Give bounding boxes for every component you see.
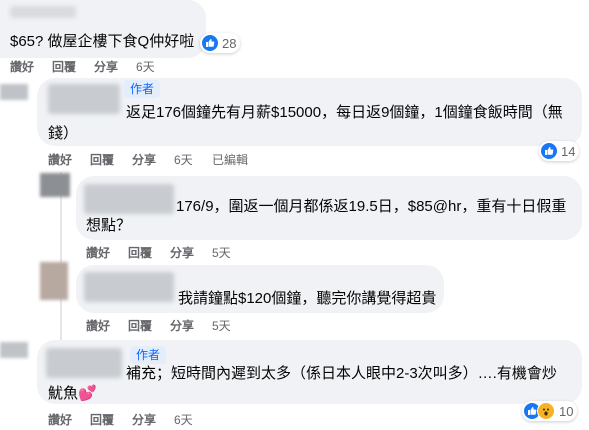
comment-text-line: 返足176個鐘先有月薪$15000，每日返9個鐘，1個鐘食飯時間（無 (126, 104, 563, 121)
comment-text-line: 176/9，圍返一個月都係返19.5日，$85@hr，重有十日假重 (176, 198, 567, 215)
reply-button[interactable]: 回覆 (128, 319, 152, 333)
author-badge: 作者 (124, 80, 161, 98)
reply-button[interactable]: 回覆 (52, 60, 76, 74)
blurred-username (48, 84, 120, 114)
comment-text-line: 魷魚💕 (48, 385, 97, 402)
avatar[interactable] (40, 173, 70, 197)
blurred-username (84, 272, 174, 302)
avatar[interactable] (0, 84, 28, 100)
avatar[interactable] (40, 262, 68, 300)
blurred-username (10, 6, 76, 18)
like-icon (202, 35, 218, 51)
timestamp[interactable]: 5天 (212, 246, 231, 260)
blurred-username (84, 184, 174, 214)
comment-text: $65? 做屋企樓下食Q仲好啦 (10, 33, 195, 50)
reaction-count[interactable]: 10 (522, 401, 578, 421)
like-button[interactable]: 讚好 (86, 319, 110, 333)
reaction-count[interactable]: 28 (200, 33, 241, 53)
share-button[interactable]: 分享 (132, 413, 156, 427)
wow-icon (537, 402, 555, 420)
like-icon (541, 143, 557, 159)
share-button[interactable]: 分享 (132, 153, 156, 167)
reply-button[interactable]: 回覆 (90, 153, 114, 167)
author-badge: 作者 (130, 346, 167, 364)
like-button[interactable]: 讚好 (10, 60, 34, 74)
share-button[interactable]: 分享 (94, 60, 118, 74)
thread-line (60, 172, 62, 348)
timestamp[interactable]: 6天 (174, 153, 193, 167)
share-button[interactable]: 分享 (170, 246, 194, 260)
like-button[interactable]: 讚好 (48, 153, 72, 167)
share-button[interactable]: 分享 (170, 319, 194, 333)
comment-text-line: 錢） (48, 125, 79, 142)
edited-label: 已編輯 (212, 153, 249, 167)
reply-button[interactable]: 回覆 (128, 246, 152, 260)
comment-text-line: 補充；短時間內遲到太多（係日本人眼中2-3次叫多）….有機會炒 (126, 365, 557, 382)
timestamp[interactable]: 6天 (174, 413, 193, 427)
reaction-count[interactable]: 14 (539, 141, 580, 161)
timestamp[interactable]: 5天 (212, 319, 231, 333)
like-button[interactable]: 讚好 (48, 413, 72, 427)
comment-text: 我請鐘點$120個鐘，聽完你講覺得超貴 (178, 290, 437, 307)
comment-text-line: 想點？ (86, 217, 132, 234)
like-button[interactable]: 讚好 (86, 246, 110, 260)
reply-button[interactable]: 回覆 (90, 413, 114, 427)
avatar[interactable] (0, 342, 28, 358)
timestamp[interactable]: 6天 (136, 60, 155, 74)
blurred-username (46, 348, 122, 378)
